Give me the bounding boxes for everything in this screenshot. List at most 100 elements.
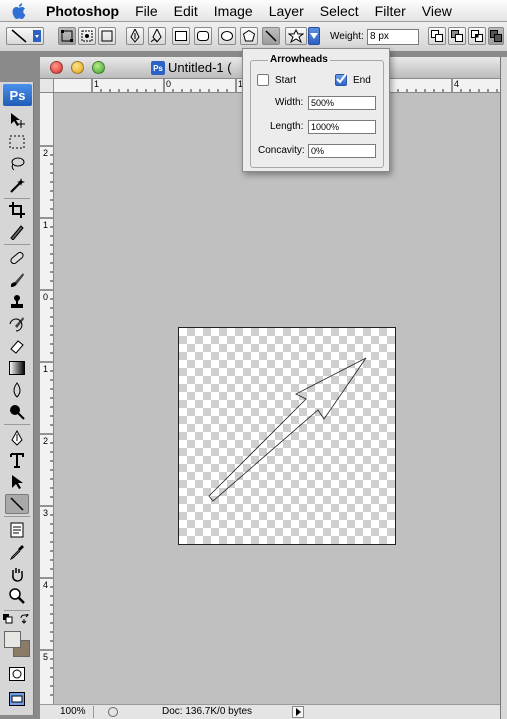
menu-edit[interactable]: Edit xyxy=(166,3,206,19)
rounded-rectangle-tool-button[interactable] xyxy=(194,27,212,45)
transparent-canvas[interactable] xyxy=(178,327,396,545)
note-icon xyxy=(10,522,24,538)
arrow-shape[interactable] xyxy=(179,328,395,544)
length-label: Length: xyxy=(270,121,304,132)
shape-layers-button[interactable] xyxy=(58,27,76,45)
shape-mode-exclude-button[interactable] xyxy=(488,27,504,45)
hand-tool[interactable] xyxy=(5,564,29,584)
menu-select[interactable]: Select xyxy=(312,3,367,19)
move-tool[interactable] xyxy=(5,110,29,130)
zoom-tool[interactable] xyxy=(5,586,29,606)
eyedropper-tool[interactable] xyxy=(5,542,29,562)
brush-tool[interactable] xyxy=(5,270,29,290)
custom-shape-tool-button[interactable] xyxy=(285,27,307,45)
path-selection-tool[interactable] xyxy=(5,472,29,492)
rectangle-icon xyxy=(175,31,187,41)
length-input[interactable]: 1000% xyxy=(308,120,376,134)
screen-mode-button[interactable] xyxy=(5,689,29,709)
line-tool-icon xyxy=(10,497,24,511)
status-menu-button[interactable] xyxy=(292,706,304,718)
pen-tool[interactable] xyxy=(5,428,29,448)
line-icon xyxy=(265,30,277,42)
quick-mask-mode[interactable] xyxy=(5,664,29,684)
ruler-ticks xyxy=(40,145,53,696)
concavity-input[interactable]: 0% xyxy=(308,144,376,158)
history-brush-icon xyxy=(9,317,24,332)
menu-view[interactable]: View xyxy=(414,3,460,19)
clone-stamp-tool[interactable] xyxy=(5,292,29,312)
pen-tool-button[interactable] xyxy=(126,27,144,45)
tool-preset-picker[interactable] xyxy=(6,27,44,45)
magic-wand-icon xyxy=(10,178,25,193)
ruler-number: 1 xyxy=(94,79,100,89)
zoom-level-field[interactable]: 100% xyxy=(44,706,94,718)
lasso-tool[interactable] xyxy=(5,154,29,174)
geometry-options-dropdown[interactable] xyxy=(308,27,320,45)
notes-tool[interactable] xyxy=(5,520,29,540)
fill-pixels-button[interactable] xyxy=(98,27,116,45)
pen-icon xyxy=(130,29,140,43)
vertical-ruler[interactable]: 2 1 0 1 2 3 4 5 xyxy=(40,93,54,704)
slice-tool[interactable] xyxy=(5,222,29,242)
shape-mode-add-button[interactable] xyxy=(428,27,446,45)
photoshop-logo[interactable]: Ps xyxy=(3,84,32,106)
eraser-icon xyxy=(10,340,24,354)
status-bar: 100% Doc: 136.7K/0 bytes xyxy=(40,704,507,719)
freeform-pen-icon xyxy=(151,29,162,43)
blur-tool[interactable] xyxy=(5,380,29,400)
menu-layer[interactable]: Layer xyxy=(261,3,312,19)
width-input[interactable]: 500% xyxy=(308,96,376,110)
line-tool-icon xyxy=(11,29,41,43)
eraser-tool[interactable] xyxy=(5,336,29,356)
menu-filter[interactable]: Filter xyxy=(367,3,414,19)
ruler-number: 5 xyxy=(43,652,49,662)
magic-wand-tool[interactable] xyxy=(5,176,29,196)
rounded-rectangle-icon xyxy=(197,31,209,41)
menu-image[interactable]: Image xyxy=(206,3,261,19)
tools-divider xyxy=(4,610,30,611)
menu-app-name[interactable]: Photoshop xyxy=(40,3,127,19)
menu-file[interactable]: File xyxy=(127,3,166,19)
foreground-color-swatch[interactable] xyxy=(4,631,21,648)
freeform-pen-button[interactable] xyxy=(148,27,166,45)
end-label: End xyxy=(353,75,371,86)
canvas-area[interactable] xyxy=(55,94,507,704)
shape-layers-icon xyxy=(61,30,73,42)
zoom-window-button[interactable] xyxy=(92,61,105,74)
shape-mode-intersect-button[interactable] xyxy=(468,27,486,45)
end-checkbox[interactable] xyxy=(335,73,347,86)
marquee-tool[interactable] xyxy=(5,132,29,152)
ruler-origin[interactable] xyxy=(40,79,54,93)
apple-icon[interactable] xyxy=(0,2,40,20)
triangle-right-icon xyxy=(296,708,301,716)
default-colors-icon[interactable] xyxy=(3,614,13,627)
magnifier-icon xyxy=(9,588,25,604)
bandage-icon xyxy=(10,251,24,265)
polygon-tool-button[interactable] xyxy=(240,27,258,45)
shape-mode-subtract-button[interactable] xyxy=(448,27,466,45)
gradient-tool[interactable] xyxy=(5,358,29,378)
move-icon xyxy=(11,113,25,128)
healing-brush-tool[interactable] xyxy=(5,248,29,268)
dodge-tool[interactable] xyxy=(5,402,29,422)
close-window-button[interactable] xyxy=(50,61,63,74)
crop-tool[interactable] xyxy=(5,200,29,220)
weight-label: Weight: xyxy=(330,31,364,42)
tools-divider xyxy=(4,424,30,425)
line-tool[interactable] xyxy=(5,494,29,514)
paths-button[interactable] xyxy=(78,27,96,45)
line-tool-button[interactable] xyxy=(262,27,280,45)
start-checkbox[interactable] xyxy=(257,74,269,86)
weight-input[interactable]: 8 px xyxy=(367,29,419,45)
ruler-number: 4 xyxy=(454,79,460,89)
swap-colors-icon[interactable] xyxy=(20,612,30,627)
ellipse-tool-button[interactable] xyxy=(218,27,236,45)
minimize-window-button[interactable] xyxy=(71,61,84,74)
ruler-number: 1 xyxy=(43,220,49,230)
shape-subtract-icon xyxy=(451,30,463,42)
document-info-icon[interactable] xyxy=(108,707,118,717)
rectangle-tool-button[interactable] xyxy=(172,27,190,45)
tools-divider xyxy=(4,516,30,517)
history-brush-tool[interactable] xyxy=(5,314,29,334)
type-tool[interactable] xyxy=(5,450,29,470)
